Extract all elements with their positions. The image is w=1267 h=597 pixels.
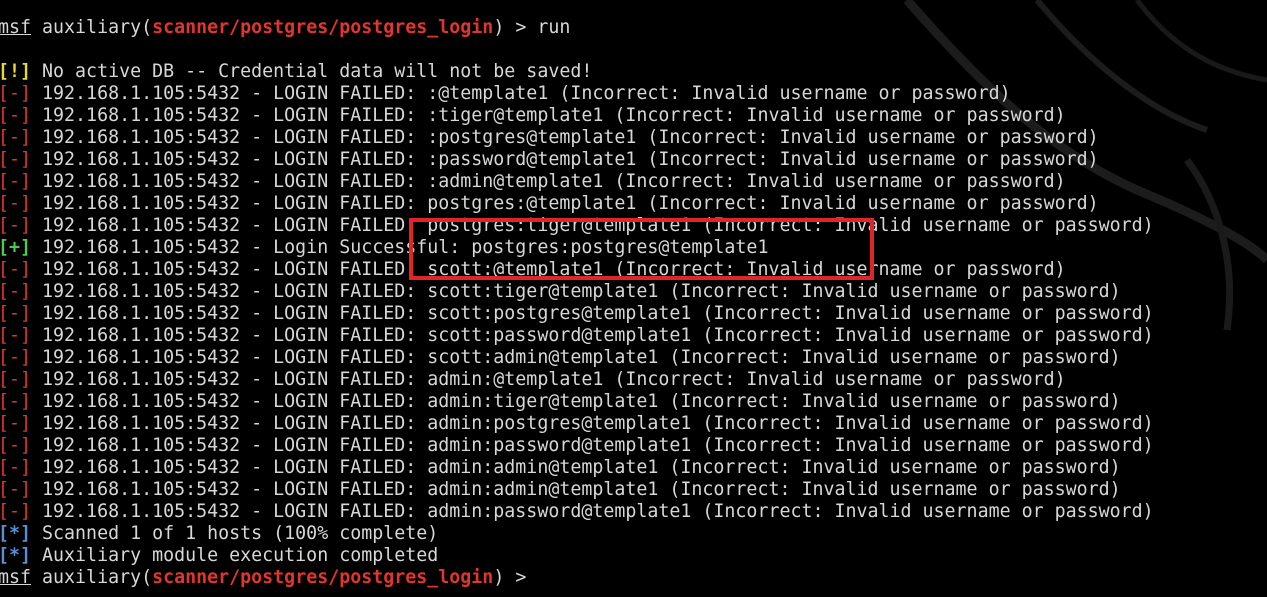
log-line: [-] 192.168.1.105:5432 - LOGIN FAILED: :…	[0, 149, 1267, 171]
log-message: Scanned 1 of 1 hosts (100% complete)	[31, 523, 439, 544]
log-message: 192.168.1.105:5432 - LOGIN FAILED: admin…	[31, 479, 1121, 500]
log-message: 192.168.1.105:5432 - LOGIN FAILED: scott…	[31, 303, 1154, 324]
status-tag-fail: [-]	[0, 193, 32, 214]
log-message: 192.168.1.105:5432 - LOGIN FAILED: scott…	[31, 281, 1121, 302]
log-line: [-] 192.168.1.105:5432 - LOGIN FAILED: :…	[0, 171, 1267, 193]
log-line: [-] 192.168.1.105:5432 - LOGIN FAILED: :…	[0, 127, 1267, 149]
prompt-module-suffix: ) >	[493, 567, 538, 588]
status-tag-fail: [-]	[0, 281, 32, 302]
log-message: 192.168.1.105:5432 - LOGIN FAILED: admin…	[31, 369, 1066, 390]
status-tag-fail: [-]	[0, 369, 32, 390]
log-line: [-] 192.168.1.105:5432 - LOGIN FAILED: :…	[0, 105, 1267, 127]
log-line: [-] 192.168.1.105:5432 - LOGIN FAILED: a…	[0, 369, 1267, 391]
log-message: 192.168.1.105:5432 - LOGIN FAILED: scott…	[31, 325, 1154, 346]
status-tag-fail: [-]	[0, 105, 32, 126]
log-message: 192.168.1.105:5432 - LOGIN FAILED: admin…	[31, 413, 1154, 434]
final-prompt-line[interactable]: msf auxiliary(scanner/postgres/postgres_…	[0, 567, 1267, 589]
log-message: 192.168.1.105:5432 - LOGIN FAILED: admin…	[31, 457, 1121, 478]
status-tag-info: [*]	[0, 523, 32, 544]
log-message: Auxiliary module execution completed	[31, 545, 439, 566]
status-tag-fail: [-]	[0, 325, 32, 346]
msf-prompt-label: msf	[0, 17, 32, 38]
log-line: [-] 192.168.1.105:5432 - LOGIN FAILED: :…	[0, 83, 1267, 105]
log-message: 192.168.1.105:5432 - LOGIN FAILED: :post…	[31, 127, 1099, 148]
status-tag-fail: [-]	[0, 457, 32, 478]
log-message: 192.168.1.105:5432 - LOGIN FAILED: admin…	[31, 391, 1121, 412]
status-tag-info: [*]	[0, 545, 32, 566]
prompt-module-prefix: auxiliary(	[31, 567, 153, 588]
log-line: [-] 192.168.1.105:5432 - LOGIN FAILED: a…	[0, 479, 1267, 501]
status-tag-fail: [-]	[0, 149, 32, 170]
log-line: [*] Scanned 1 of 1 hosts (100% complete)	[0, 523, 1267, 545]
log-message: No active DB -- Credential data will not…	[31, 61, 593, 82]
module-name: scanner/postgres/postgres_login	[152, 567, 494, 588]
status-tag-fail: [-]	[0, 215, 32, 236]
log-line: [*] Auxiliary module execution completed	[0, 545, 1267, 567]
status-tag-fail: [-]	[0, 303, 32, 324]
log-line: [-] 192.168.1.105:5432 - LOGIN FAILED: a…	[0, 501, 1267, 523]
log-line: [-] 192.168.1.105:5432 - LOGIN FAILED: a…	[0, 391, 1267, 413]
log-line: [-] 192.168.1.105:5432 - LOGIN FAILED: s…	[0, 303, 1267, 325]
status-tag-fail: [-]	[0, 259, 32, 280]
log-line: [!] No active DB -- Credential data will…	[0, 61, 1267, 83]
log-line: [-] 192.168.1.105:5432 - LOGIN FAILED: s…	[0, 325, 1267, 347]
log-message: 192.168.1.105:5432 - LOGIN FAILED: scott…	[31, 347, 1121, 368]
status-tag-fail: [-]	[0, 479, 32, 500]
msf-prompt-label: msf	[0, 567, 32, 588]
status-tag-fail: [-]	[0, 83, 32, 104]
status-tag-fail: [-]	[0, 347, 32, 368]
status-tag-fail: [-]	[0, 127, 32, 148]
log-line: [-] 192.168.1.105:5432 - LOGIN FAILED: p…	[0, 193, 1267, 215]
log-message: 192.168.1.105:5432 - LOGIN FAILED: :tige…	[31, 105, 1066, 126]
log-message: 192.168.1.105:5432 - LOGIN FAILED: admin…	[31, 435, 1154, 456]
success-highlight-box	[409, 218, 874, 280]
prompt-module-suffix: ) >	[493, 17, 538, 38]
status-tag-fail: [-]	[0, 171, 32, 192]
status-tag-fail: [-]	[0, 501, 32, 522]
status-tag-ok: [+]	[0, 237, 32, 258]
log-message: 192.168.1.105:5432 - LOGIN FAILED: :pass…	[31, 149, 1099, 170]
status-tag-fail: [-]	[0, 413, 32, 434]
module-name: scanner/postgres/postgres_login	[152, 17, 494, 38]
log-message: 192.168.1.105:5432 - LOGIN FAILED: :admi…	[31, 171, 1066, 192]
log-message: 192.168.1.105:5432 - LOGIN FAILED: postg…	[31, 193, 1099, 214]
status-tag-warn: [!]	[0, 61, 32, 82]
terminal-output[interactable]: msf auxiliary(scanner/postgres/postgres_…	[0, 17, 1267, 589]
log-line: [-] 192.168.1.105:5432 - LOGIN FAILED: s…	[0, 347, 1267, 369]
status-tag-fail: [-]	[0, 435, 32, 456]
log-message: 192.168.1.105:5432 - LOGIN FAILED: :@tem…	[31, 83, 1011, 104]
log-message: 192.168.1.105:5432 - LOGIN FAILED: admin…	[31, 501, 1154, 522]
prompt-module-prefix: auxiliary(	[31, 17, 153, 38]
log-line: [-] 192.168.1.105:5432 - LOGIN FAILED: a…	[0, 413, 1267, 435]
log-line: [-] 192.168.1.105:5432 - LOGIN FAILED: a…	[0, 435, 1267, 457]
status-tag-fail: [-]	[0, 391, 32, 412]
command-prompt-line: msf auxiliary(scanner/postgres/postgres_…	[0, 17, 1267, 39]
entered-command: run	[537, 17, 571, 38]
log-line: [-] 192.168.1.105:5432 - LOGIN FAILED: s…	[0, 281, 1267, 303]
log-output: [!] No active DB -- Credential data will…	[0, 61, 1267, 567]
log-line: [-] 192.168.1.105:5432 - LOGIN FAILED: a…	[0, 457, 1267, 479]
